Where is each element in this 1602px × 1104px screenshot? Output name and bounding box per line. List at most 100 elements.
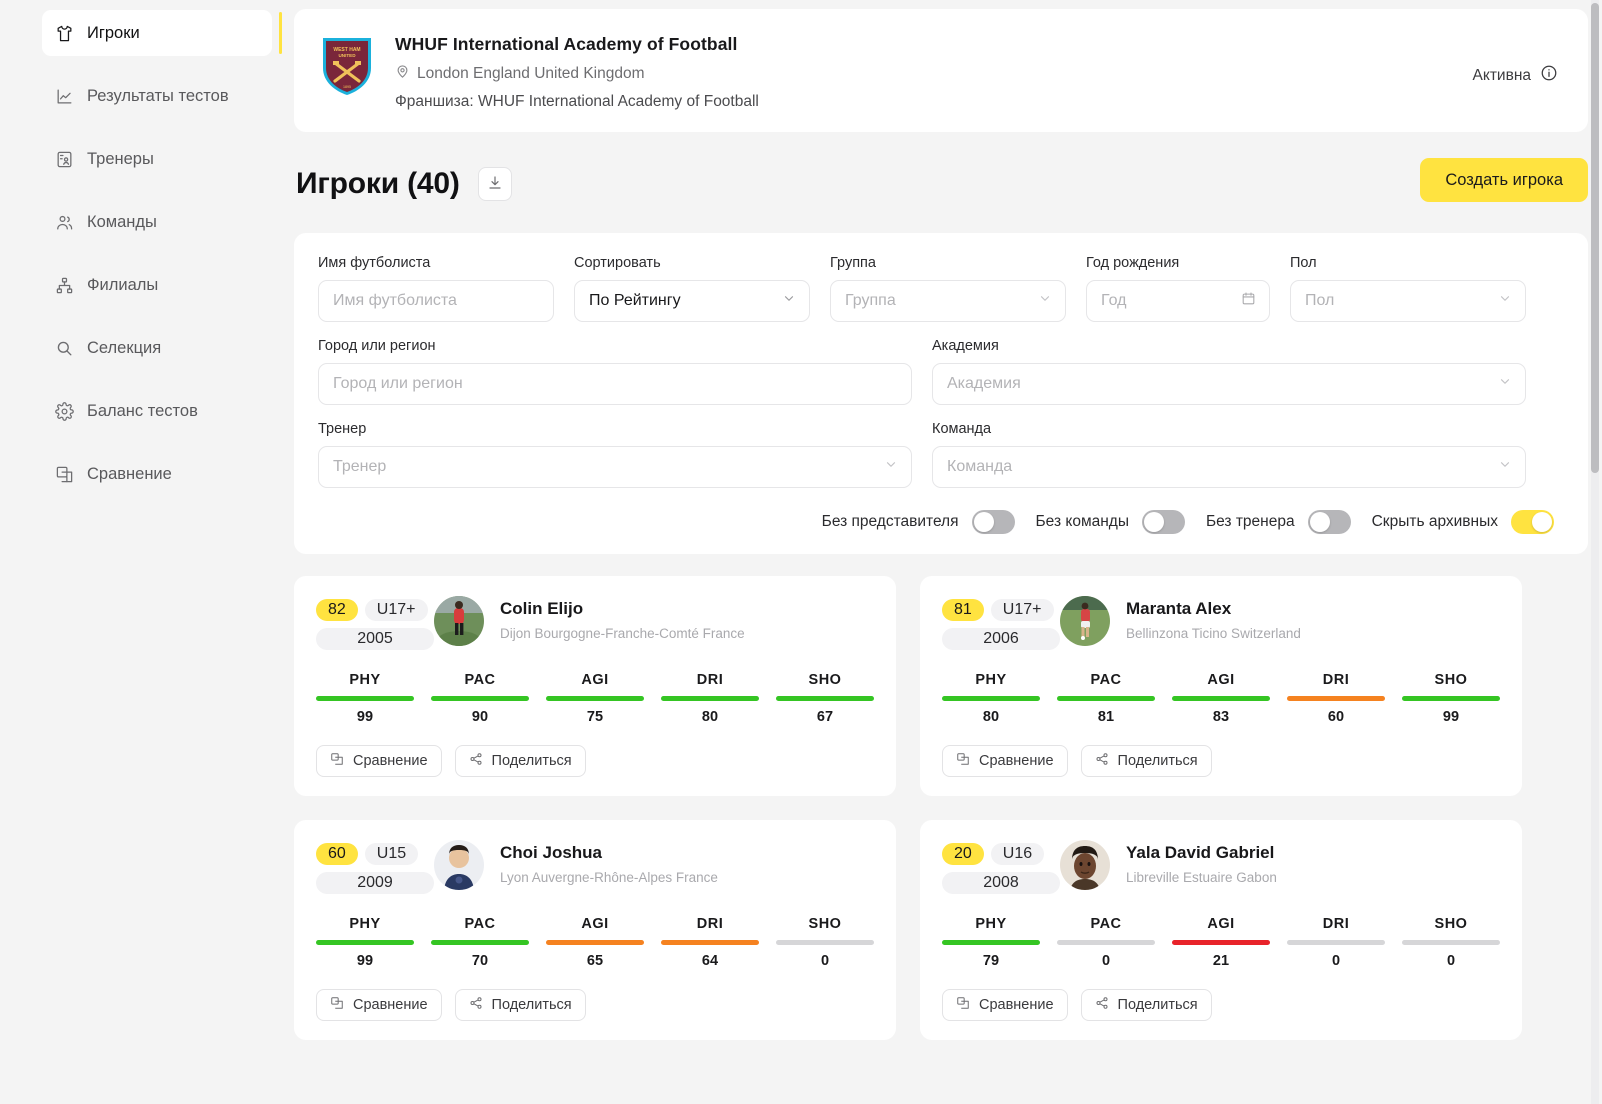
stat-key: PHY (316, 672, 414, 688)
player-name: Yala David Gabriel (1126, 840, 1277, 863)
player-card[interactable]: 81 U17+ 2006 Maranta Alex Bellinzona Tic… (920, 576, 1522, 796)
share-button[interactable]: Поделиться (1081, 745, 1212, 777)
group-select[interactable]: Группа (830, 280, 1066, 322)
stat-bar (661, 696, 759, 701)
compare-button[interactable]: Сравнение (942, 745, 1068, 777)
toggle-no-agent[interactable] (972, 510, 1015, 534)
player-rating: 60 (316, 843, 358, 865)
sidebar-item-coaches[interactable]: Тренеры (42, 136, 272, 182)
city-input[interactable]: Город или регион (318, 363, 912, 405)
stat-phy: PHY 99 (316, 916, 414, 969)
filter-label: Сортировать (574, 255, 810, 271)
status-badge: Активна (1473, 64, 1558, 87)
stat-value: 0 (1402, 953, 1500, 969)
share-button[interactable]: Поделиться (455, 989, 586, 1021)
academy-select[interactable]: Академия (932, 363, 1526, 405)
sort-select[interactable]: По Рейтингу (574, 280, 810, 322)
share-button[interactable]: Поделиться (1081, 989, 1212, 1021)
page-title-row: Игроки (40) Создать игрока (296, 160, 1588, 208)
page-title: Игроки (40) (296, 167, 460, 201)
share-button[interactable]: Поделиться (455, 745, 586, 777)
compare-button[interactable]: Сравнение (316, 989, 442, 1021)
birth-year-input[interactable]: Год (1086, 280, 1270, 322)
toggle-hide-archived[interactable] (1511, 510, 1554, 534)
stat-value: 0 (776, 953, 874, 969)
players-grid: 82 U17+ 2005 Colin Elijo Dijon Bourgogne… (294, 576, 1588, 1040)
stat-value: 70 (431, 953, 529, 969)
player-card[interactable]: 60 U15 2009 Choi Joshua Lyon Auvergne-Rh… (294, 820, 896, 1040)
organization-title: WHUF International Academy of Football (395, 34, 759, 55)
coach-select[interactable]: Тренер (318, 446, 912, 488)
organization-location-text: London England United Kingdom (417, 65, 645, 83)
select-placeholder: Команда (947, 458, 1012, 476)
team-select[interactable]: Команда (932, 446, 1526, 488)
organization-info: WHUF International Academy of Football L… (395, 32, 759, 111)
sidebar-item-players[interactable]: Игроки (42, 10, 272, 56)
stat-bar (316, 696, 414, 701)
stat-value: 79 (942, 953, 1040, 969)
search-icon (55, 339, 74, 358)
map-pin-icon (395, 64, 410, 84)
player-name-input[interactable]: Имя футболиста (318, 280, 554, 322)
player-badges: 20 U16 2008 (942, 840, 1060, 894)
info-icon[interactable] (1540, 64, 1558, 87)
share-label: Поделиться (1118, 997, 1198, 1013)
stat-bar (316, 940, 414, 945)
share-icon (469, 996, 483, 1014)
player-header: 20 U16 2008 Yala David Gabriel Librevill… (942, 840, 1500, 894)
scrollbar-thumb[interactable] (1591, 3, 1599, 473)
chevron-down-icon (1498, 292, 1512, 311)
sidebar-item-label: Селекция (87, 339, 161, 358)
filter-toggles: Без представителя Без команды Без тренер… (318, 510, 1564, 534)
sidebar-item-comparison[interactable]: Сравнение (42, 451, 272, 497)
stat-phy: PHY 80 (942, 672, 1040, 725)
sidebar-item-branches[interactable]: Филиалы (42, 262, 272, 308)
svg-text:1895: 1895 (343, 85, 351, 89)
sex-select[interactable]: Пол (1290, 280, 1526, 322)
download-button[interactable] (478, 167, 512, 201)
sidebar-item-test-results[interactable]: Результаты тестов (42, 73, 272, 119)
shirt-icon (55, 24, 74, 43)
app-root: Игроки Результаты тестов Тренеры Команды (0, 0, 1602, 1104)
toggle-knob (1310, 512, 1330, 532)
player-card[interactable]: 20 U16 2008 Yala David Gabriel Librevill… (920, 820, 1522, 1040)
stat-value: 64 (661, 953, 759, 969)
stat-key: PHY (942, 672, 1040, 688)
avatar (1060, 596, 1110, 646)
avatar (1060, 840, 1110, 890)
stat-key: DRI (1287, 916, 1385, 932)
stat-value: 65 (546, 953, 644, 969)
create-player-button[interactable]: Создать игрока (1420, 158, 1588, 202)
chevron-down-icon (782, 292, 796, 311)
calendar-icon[interactable] (1241, 291, 1256, 311)
stat-bar (1057, 696, 1155, 701)
gear-icon (55, 402, 74, 421)
filters-panel: Имя футболиста Имя футболиста Сортироват… (294, 233, 1588, 554)
chevron-down-icon (1038, 292, 1052, 311)
sidebar-item-test-balance[interactable]: Баланс тестов (42, 388, 272, 434)
stat-key: PAC (1057, 672, 1155, 688)
stat-pac: PAC 0 (1057, 916, 1155, 969)
stat-dri: DRI 0 (1287, 916, 1385, 969)
filter-label: Группа (830, 255, 1066, 271)
stat-value: 99 (316, 709, 414, 725)
input-placeholder: Год (1101, 292, 1126, 310)
compare-label: Сравнение (979, 753, 1054, 769)
share-icon (1095, 752, 1109, 770)
stat-key: SHO (1402, 916, 1500, 932)
sidebar-item-selection[interactable]: Селекция (42, 325, 272, 371)
player-identity: Maranta Alex Bellinzona Ticino Switzerla… (1126, 596, 1301, 641)
toggle-no-coach[interactable] (1308, 510, 1351, 534)
stat-key: AGI (546, 916, 644, 932)
stat-dri: DRI 64 (661, 916, 759, 969)
stat-bar (431, 696, 529, 701)
compare-button[interactable]: Сравнение (942, 989, 1068, 1021)
toggle-no-team[interactable] (1142, 510, 1185, 534)
stat-key: DRI (1287, 672, 1385, 688)
stat-agi: AGI 83 (1172, 672, 1270, 725)
compare-button[interactable]: Сравнение (316, 745, 442, 777)
stat-bar (942, 696, 1040, 701)
player-card[interactable]: 82 U17+ 2005 Colin Elijo Dijon Bourgogne… (294, 576, 896, 796)
stat-key: AGI (1172, 916, 1270, 932)
sidebar-item-teams[interactable]: Команды (42, 199, 272, 245)
